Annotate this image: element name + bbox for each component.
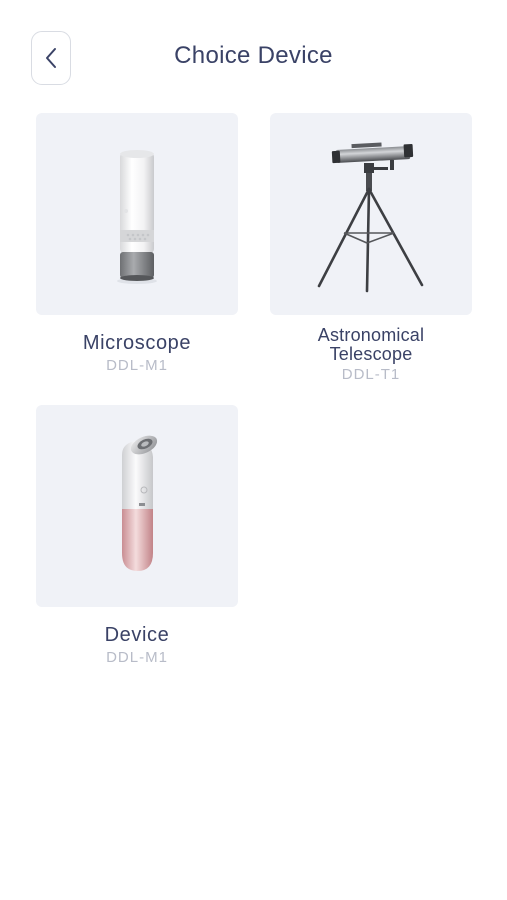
beauty-device-image (36, 405, 238, 607)
device-card-telescope[interactable]: Astronomical Telescope DDL-T1 (270, 113, 472, 384)
device-model: DDL-T1 (341, 366, 401, 383)
device-model: DDL-M1 (106, 649, 168, 666)
device-name-line1: Astronomical (317, 325, 425, 345)
telescope-image (270, 113, 472, 315)
device-card-device[interactable]: Device DDL-M1 (36, 405, 238, 667)
device-name: Microscope (82, 332, 192, 354)
device-name-line2: Telescope (329, 344, 413, 364)
header-bar: Choice Device (0, 0, 507, 116)
microscope-image (36, 113, 238, 315)
page-title: Choice Device (174, 42, 333, 69)
device-model: DDL-M1 (106, 357, 168, 374)
device-card-microscope[interactable]: Microscope DDL-M1 (36, 113, 238, 375)
device-name: Device (104, 624, 170, 646)
